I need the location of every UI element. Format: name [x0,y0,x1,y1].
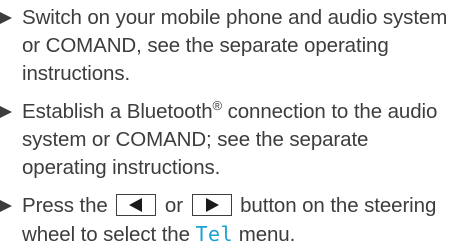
right-key-button [191,194,232,216]
bullet-arrow-icon [0,106,12,118]
step-2-text-before: Establish a Bluetooth [22,100,213,123]
left-key-button [116,194,157,216]
instruction-step-3: Press the or button on the steering whee… [0,192,455,249]
step-3-text-or: or [159,194,189,217]
right-triangle-icon [205,198,219,212]
bullet-arrow-icon [0,200,12,212]
step-1-text: Switch on your mobile phone and audio sy… [22,6,448,85]
instruction-list: Switch on your mobile phone and audio sy… [0,0,455,249]
registered-mark: ® [212,98,223,113]
left-triangle-icon [129,198,143,212]
step-3-text-c: menu. [233,223,296,246]
menu-name: Tel [195,222,234,246]
instruction-step-2: Establish a Bluetooth® connection to the… [0,98,455,182]
instruction-step-1: Switch on your mobile phone and audio sy… [0,4,455,88]
bullet-arrow-icon [0,12,12,24]
step-3-text-a: Press the [22,194,114,217]
